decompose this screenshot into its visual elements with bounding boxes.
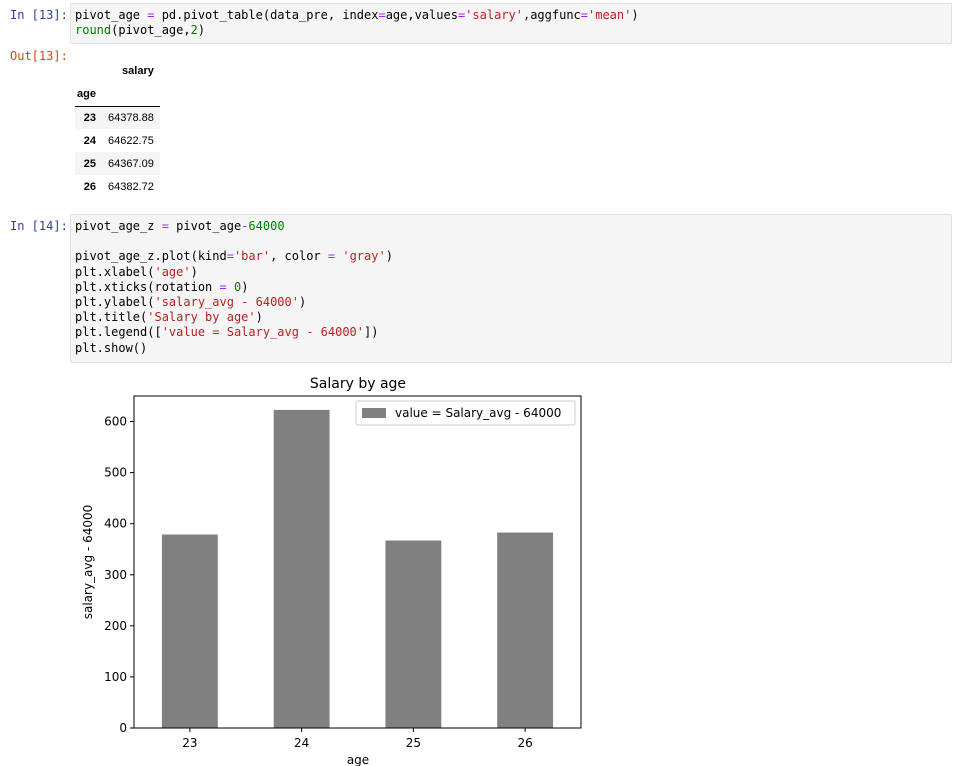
index-name-age: age [77, 87, 96, 100]
bar-25 [385, 540, 442, 728]
input-prompt-14: In [14]: [10, 219, 68, 233]
code-line: plt.show() [75, 340, 148, 355]
row-index: 23 [83, 111, 96, 124]
column-header-salary: salary [122, 65, 154, 77]
x-tick-label: 25 [406, 736, 421, 750]
bar-24 [273, 409, 330, 728]
code-line: round(pivot_age,2) [75, 23, 206, 38]
cell-salary: 64378.88 [107, 111, 154, 124]
y-tick-label: 100 [104, 670, 127, 684]
bar-chart: Salary by age 0 100 200 300 400 500 600 23 24 25… [81, 376, 582, 766]
code-line: plt.title('Salary by age') [75, 310, 263, 325]
input-prompt-13: In [13]: [10, 8, 68, 22]
chart-title: Salary by age [310, 376, 406, 392]
table-row: 25 64367.09 [75, 152, 160, 175]
y-axis-label: salary_avg - 64000 [81, 505, 95, 620]
x-tick-label: 24 [294, 736, 309, 750]
bar-23 [161, 534, 218, 728]
row-index: 24 [83, 134, 96, 147]
pivot-table-output: salary age 23 64378.88 24 64622.75 25 64367.0… [75, 60, 160, 198]
row-index: 26 [83, 180, 96, 193]
y-tick-label: 300 [104, 568, 127, 582]
code-line: plt.xticks(rotation = 0) [75, 279, 249, 294]
y-tick-label: 400 [104, 517, 127, 531]
x-tick-label: 23 [182, 736, 197, 750]
table-row: 26 64382.72 [75, 175, 160, 198]
table-header-empty [102, 82, 160, 106]
y-tick-label: 600 [104, 415, 127, 429]
y-tick-label: 200 [104, 619, 127, 633]
code-line: plt.ylabel('salary_avg - 64000') [75, 294, 307, 309]
x-tick-label: 26 [517, 736, 532, 750]
y-tick-label: 500 [104, 466, 127, 480]
code-cell-14[interactable]: pivot_age_z = pivot_age-64000 pivot_age_z… [70, 214, 952, 363]
row-index: 25 [83, 157, 96, 170]
code-line: pivot_age_z.plot(kind='bar', color = 'gr… [75, 249, 393, 264]
cell-salary: 64622.75 [107, 134, 154, 147]
legend-label: value = Salary_avg - 64000 [395, 406, 561, 420]
legend-swatch [362, 408, 386, 418]
cell-salary: 64367.09 [107, 157, 154, 170]
table-corner [75, 60, 102, 82]
legend: value = Salary_avg - 64000 [355, 400, 576, 426]
output-prompt-13: Out[13]: [10, 49, 68, 63]
code-line: pivot_age = pd.pivot_table(data_pre, ind… [75, 8, 639, 22]
code-line: plt.xlabel('age') [75, 264, 198, 279]
y-tick-label: 0 [119, 721, 127, 735]
bar-26 [497, 532, 554, 728]
table-row: 23 64378.88 [75, 106, 160, 129]
code-line: plt.legend(['value = Salary_avg - 64000'… [75, 325, 379, 340]
table-row: 24 64622.75 [75, 129, 160, 152]
code-cell-13[interactable]: pivot_age = pd.pivot_table(data_pre, ind… [70, 3, 952, 44]
x-axis-label: age [347, 753, 369, 766]
code-line: pivot_age_z = pivot_age-64000 [75, 219, 285, 233]
cell-salary: 64382.72 [107, 180, 154, 193]
